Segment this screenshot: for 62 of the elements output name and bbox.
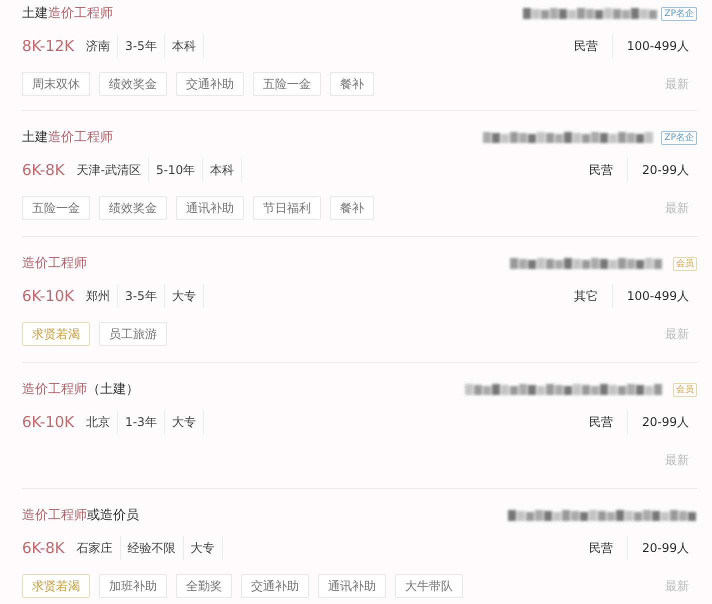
salary-text: 6K-10K xyxy=(22,287,74,305)
status-label: 最新 xyxy=(665,578,690,594)
benefit-tag: 求贤若渴 xyxy=(22,574,90,598)
benefit-tag: 全勤奖 xyxy=(176,574,232,598)
benefit-tag: 五险一金 xyxy=(22,196,90,220)
salary-text: 6K-8K xyxy=(22,161,65,179)
job-requirement: 经验不限 xyxy=(120,536,184,560)
benefit-tag: 五险一金 xyxy=(253,72,321,96)
company-info: 民营 xyxy=(589,158,628,182)
benefit-tag: 餐补 xyxy=(330,196,374,220)
benefit-tag: 加班补助 xyxy=(99,574,167,598)
status-label: 最新 xyxy=(665,76,690,92)
job-title-link[interactable]: 造价工程师 xyxy=(22,254,87,274)
benefit-tag: 通讯补助 xyxy=(176,196,244,220)
job-requirement: 天津-武清区 xyxy=(74,158,149,182)
company-info: 其它 xyxy=(574,284,613,308)
job-requirement: 3-5年 xyxy=(118,284,165,308)
company-info: 100-499人 xyxy=(626,38,689,55)
benefit-tag: 员工旅游 xyxy=(99,322,167,346)
status-label: 最新 xyxy=(665,200,690,216)
status-label: 最新 xyxy=(665,326,690,342)
company-info: 民营 xyxy=(589,410,628,434)
salary-text: 8K-12K xyxy=(22,37,74,55)
job-requirement: 本科 xyxy=(164,34,204,58)
company-info: 20-99人 xyxy=(641,162,689,179)
benefit-tag: 通讯补助 xyxy=(318,574,386,598)
job-title-link[interactable]: 土建造价工程师 xyxy=(22,4,113,24)
status-label: 最新 xyxy=(665,452,690,468)
job-requirement: 1-3年 xyxy=(118,410,165,434)
job-title-link[interactable]: 造价工程师（土建） xyxy=(22,380,139,400)
benefit-tag: 周末双休 xyxy=(22,72,90,96)
job-requirement: 郑州 xyxy=(84,284,118,308)
salary-text: 6K-8K xyxy=(22,539,65,557)
job-requirement: 5-10年 xyxy=(148,158,204,182)
benefit-tag: 绩效奖金 xyxy=(99,196,167,220)
benefit-tag: 求贤若渴 xyxy=(22,322,90,346)
benefit-tag: 交通补助 xyxy=(176,72,244,96)
job-requirement: 济南 xyxy=(84,34,118,58)
company-info: 20-99人 xyxy=(641,540,689,557)
benefit-tag: 节日福利 xyxy=(253,196,321,220)
job-title-link[interactable]: 土建造价工程师 xyxy=(22,128,113,148)
benefit-tag: 大牛带队 xyxy=(395,574,463,598)
benefit-tag: 餐补 xyxy=(330,72,374,96)
job-requirement: 大专 xyxy=(184,536,223,560)
company-badge: 会员 xyxy=(673,383,697,397)
company-badge: ZP名企 xyxy=(661,131,697,145)
job-requirement: 本科 xyxy=(203,158,242,182)
company-info: 100-499人 xyxy=(626,288,689,305)
job-requirement: 石家庄 xyxy=(74,536,121,560)
company-info: 20-99人 xyxy=(641,414,689,431)
company-badge: 会员 xyxy=(673,257,697,271)
company-badge: ZP名企 xyxy=(661,7,697,21)
company-info: 民营 xyxy=(589,536,628,560)
benefit-tag: 交通补助 xyxy=(241,574,309,598)
benefit-tag: 绩效奖金 xyxy=(99,72,167,96)
job-requirement: 大专 xyxy=(164,284,204,308)
company-info: 民营 xyxy=(574,34,613,58)
job-requirement: 大专 xyxy=(164,410,204,434)
job-title-link[interactable]: 造价工程师或造价员 xyxy=(22,506,139,526)
job-requirement: 北京 xyxy=(84,410,118,434)
job-requirement: 3-5年 xyxy=(118,34,165,58)
salary-text: 6K-10K xyxy=(22,413,74,431)
